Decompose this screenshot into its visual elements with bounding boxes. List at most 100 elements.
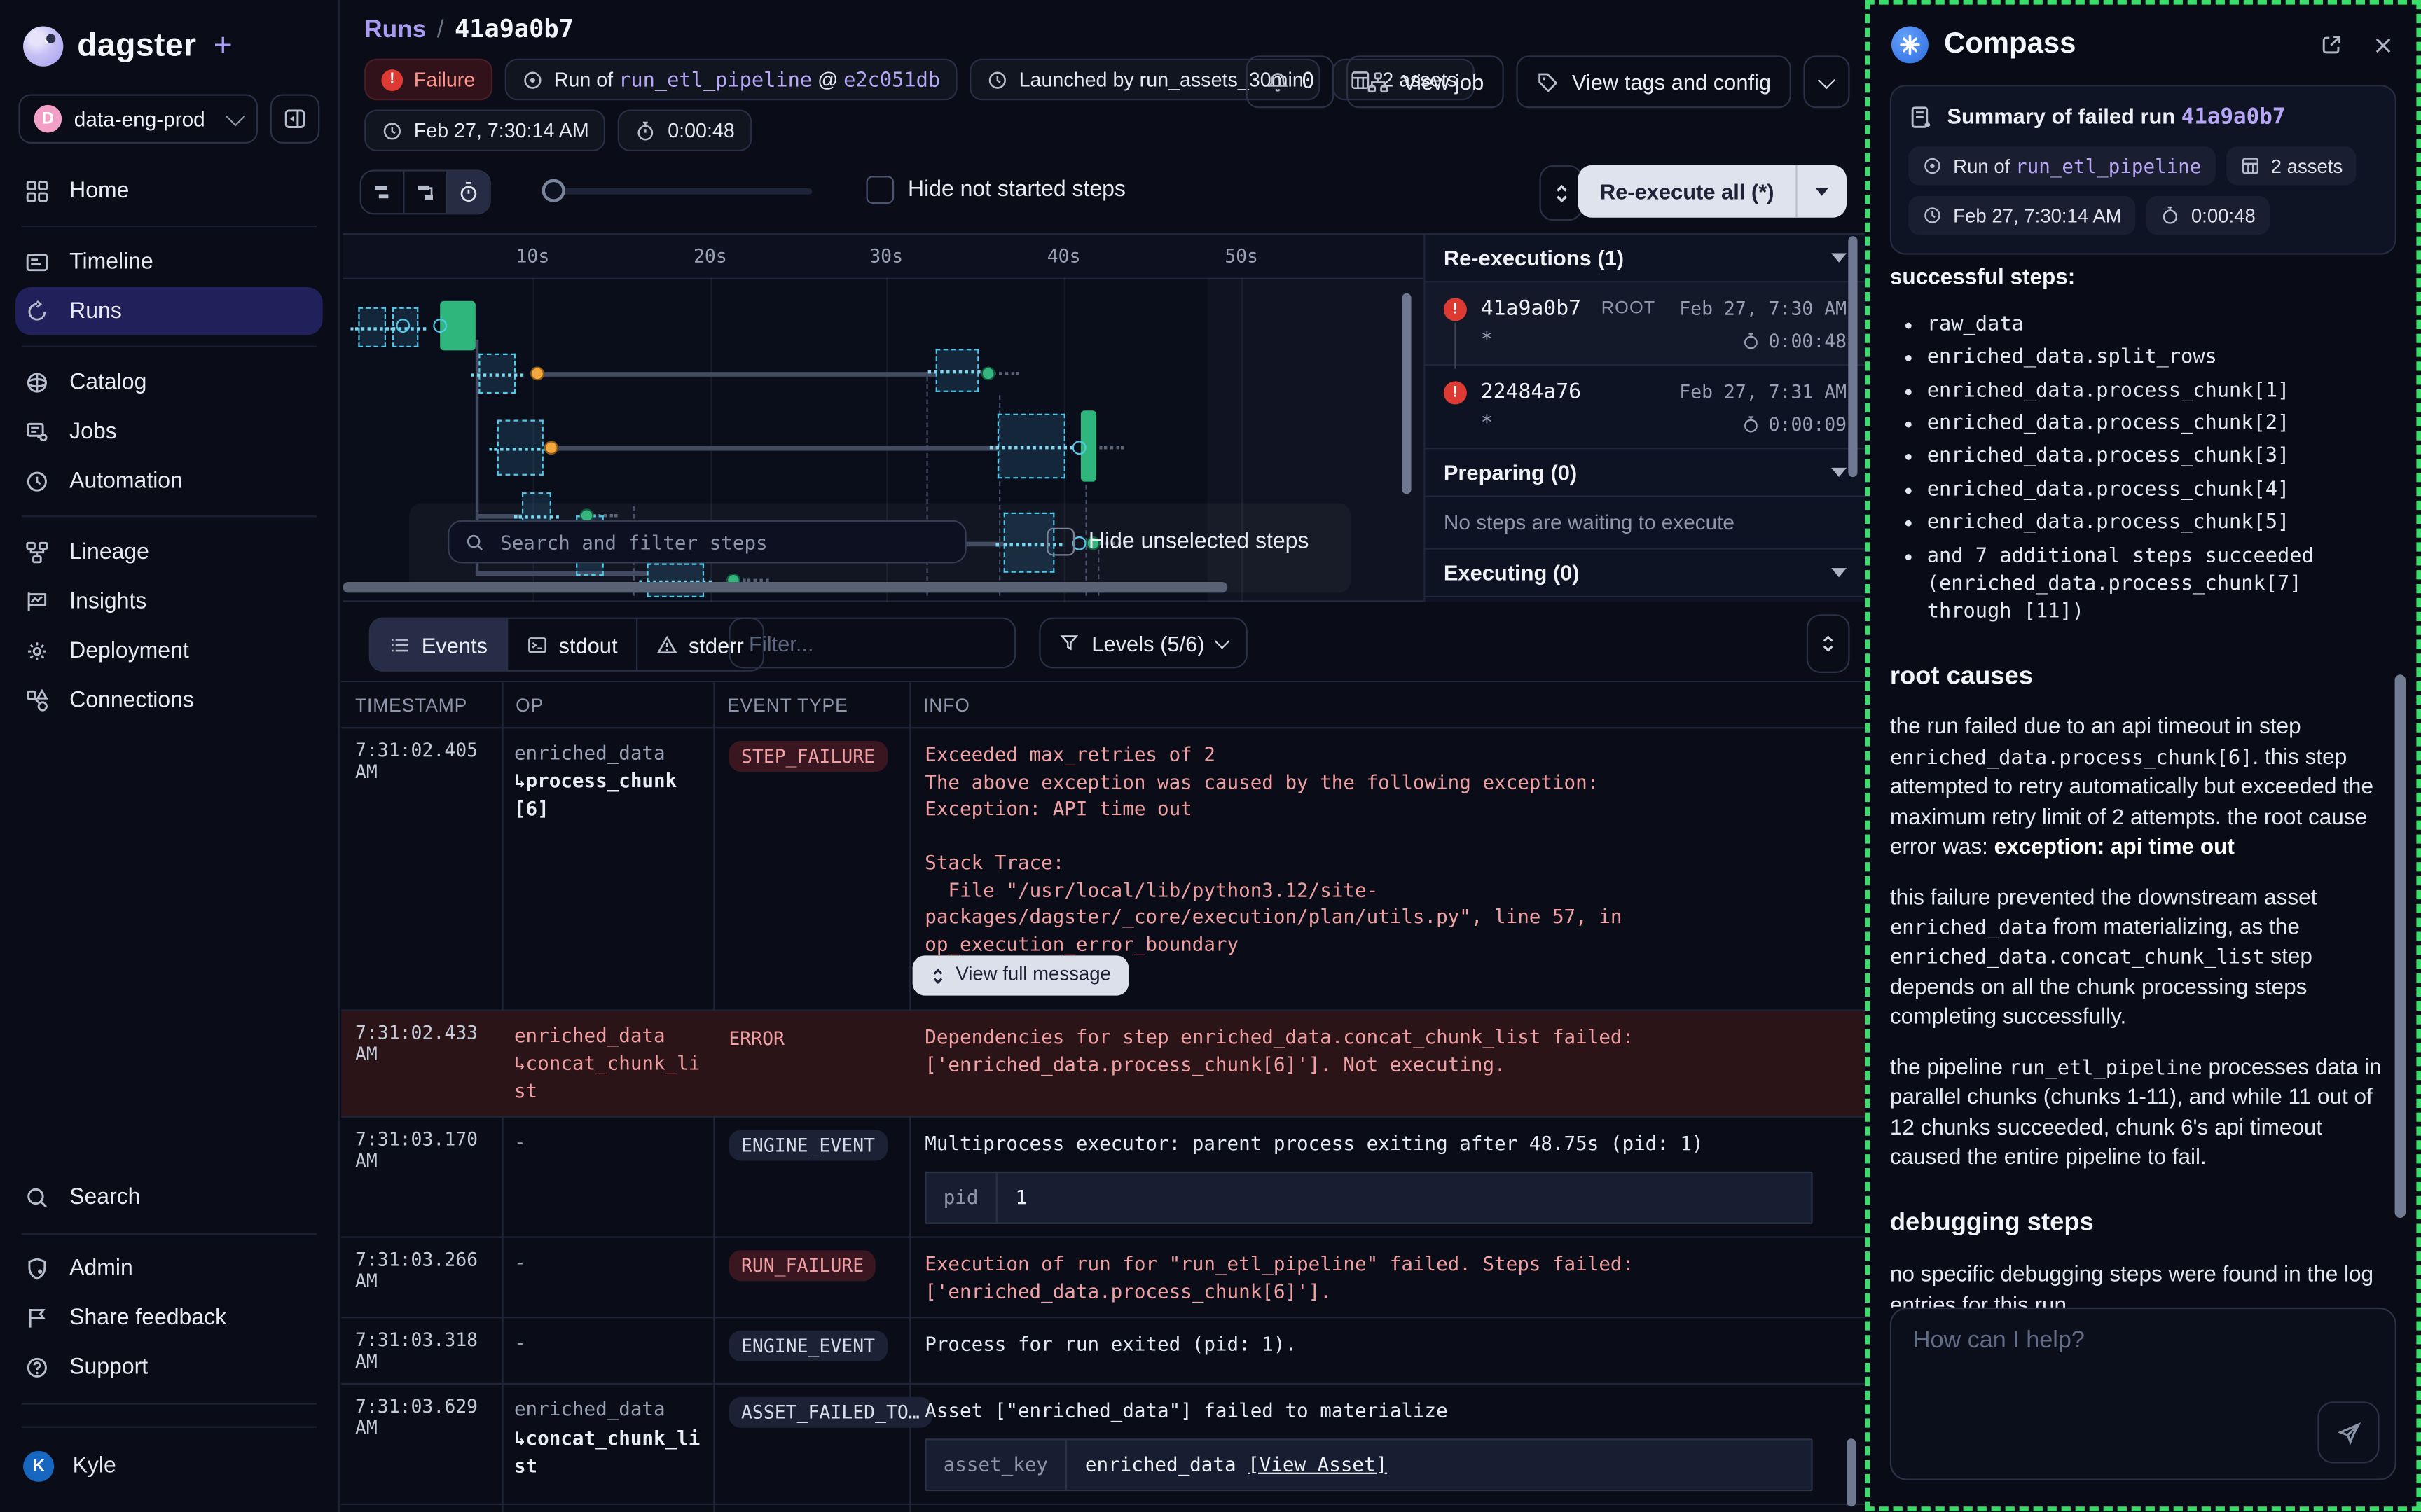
sidebar-item-jobs[interactable]: Jobs xyxy=(15,408,323,455)
gantt-horizontal-scrollbar[interactable] xyxy=(343,582,1227,592)
view-full-message-button[interactable]: View full message xyxy=(913,955,1129,995)
gantt-step-bar[interactable] xyxy=(936,349,979,392)
log-filter-box[interactable] xyxy=(729,618,1016,669)
re-executions-scrollbar[interactable] xyxy=(1848,236,1857,477)
sidebar-item-catalog[interactable]: Catalog xyxy=(15,358,323,405)
gantt-step-bar[interactable] xyxy=(478,354,516,394)
hide-not-started-label: Hide not started steps xyxy=(908,177,1126,202)
sidebar-item-admin[interactable]: Admin xyxy=(15,1245,323,1293)
sidebar-item-deployment[interactable]: Deployment xyxy=(15,627,323,674)
event-row[interactable]: 7:31:04.343 AM-ENGINE_EVENTRetrying the … xyxy=(341,1505,1865,1512)
compass-scrollbar[interactable] xyxy=(2395,674,2406,1218)
gantt-zoom-slider[interactable] xyxy=(542,179,813,202)
view-waterfall-button[interactable] xyxy=(404,172,448,214)
events-scrollbar[interactable] xyxy=(1847,1438,1856,1506)
executing-header[interactable]: Executing (0) xyxy=(1425,550,1865,597)
assets-badge[interactable]: 2 assets xyxy=(2226,146,2357,185)
tab-events[interactable]: Events xyxy=(371,619,508,670)
log-filter-input[interactable] xyxy=(746,629,1032,657)
metadata-value: 1 xyxy=(997,1173,1045,1222)
sidebar-item-share-feedback[interactable]: Share feedback xyxy=(15,1294,323,1342)
gantt-dotted-stub xyxy=(1099,446,1124,449)
pipeline-link[interactable]: run_etl_pipeline xyxy=(619,69,812,92)
metadata-link[interactable]: [View Asset] xyxy=(1248,1452,1387,1476)
sidebar-item-support[interactable]: Support xyxy=(15,1344,323,1392)
gantt-chart: 10s20s30s40s50s Hide unselected steps xyxy=(343,233,1423,602)
compass-chat-box[interactable] xyxy=(1890,1308,2396,1480)
run-id[interactable]: 22484a76 xyxy=(1481,380,1581,404)
slider-handle[interactable] xyxy=(542,179,565,202)
gantt-vertical-scrollbar[interactable] xyxy=(1402,293,1411,494)
re-execution-item[interactable]: !41a9a0b7ROOTFeb 27, 7:30 AM*0:00:48 xyxy=(1425,282,1865,366)
view-timed-button[interactable] xyxy=(448,172,490,214)
close-icon[interactable] xyxy=(2371,33,2394,56)
event-row[interactable]: 7:31:03.266 AM-RUN_FAILUREExecution of r… xyxy=(341,1237,1865,1319)
gantt-step-bar[interactable] xyxy=(998,414,1065,479)
event-row[interactable]: 7:31:02.405 AMenriched_data↳process_chun… xyxy=(341,728,1865,1011)
event-row[interactable]: 7:31:03.318 AM-ENGINE_EVENTProcess for r… xyxy=(341,1319,1865,1385)
re-execution-item[interactable]: !22484a76Feb 27, 7:31 AM*0:00:09 xyxy=(1425,366,1865,449)
view-tags-config-button[interactable]: View tags and config xyxy=(1517,55,1791,108)
chat-input[interactable] xyxy=(1910,1324,2302,1423)
gantt-step-bar[interactable] xyxy=(497,420,544,476)
run-of-badge[interactable]: Run of run_etl_pipeline @ e2c051db xyxy=(504,59,957,101)
user-menu[interactable]: K Kyle xyxy=(15,1441,323,1491)
event-info: Dependencies for step enriched_data.conc… xyxy=(909,1011,1865,1117)
view-job-label: View job xyxy=(1402,69,1484,94)
divider xyxy=(22,515,317,517)
step-search-box[interactable] xyxy=(448,520,967,564)
org-switcher[interactable]: D data-eng-prod xyxy=(18,94,258,144)
run-id[interactable]: 41a9a0b7 xyxy=(1481,296,1581,321)
gantt-expand-button[interactable] xyxy=(1539,165,1582,221)
breadcrumb-runs-link[interactable]: Runs xyxy=(364,17,426,45)
event-timestamp: 7:31:02.433 AM xyxy=(341,1011,502,1117)
sidebar-item-insights[interactable]: Insights xyxy=(15,577,323,625)
search-icon xyxy=(23,1186,51,1210)
commit-link[interactable]: e2c051db xyxy=(843,69,940,92)
run-of-badge[interactable]: Run of run_etl_pipeline xyxy=(1908,146,2215,185)
logo-text: dagster xyxy=(77,28,196,65)
event-metadata-table: asset_keyenriched_data [View Asset] xyxy=(925,1438,1813,1490)
event-row[interactable]: 7:31:02.433 AMenriched_data↳concat_chunk… xyxy=(341,1011,1865,1118)
alerts-button[interactable]: 0 xyxy=(1246,55,1335,108)
event-row[interactable]: 7:31:03.170 AM-ENGINE_EVENTMultiprocess … xyxy=(341,1118,1865,1238)
sidebar-item-search[interactable]: Search xyxy=(15,1174,323,1221)
open-in-new-icon[interactable] xyxy=(2319,32,2344,57)
event-type: ENGINE_EVENT xyxy=(713,1505,909,1512)
view-flat-button[interactable] xyxy=(361,172,405,214)
sidebar-item-connections[interactable]: Connections xyxy=(15,676,323,723)
preparing-header[interactable]: Preparing (0) xyxy=(1425,449,1865,497)
collapse-sidebar-button[interactable] xyxy=(270,94,320,144)
sidebar-item-runs[interactable]: Runs xyxy=(15,287,323,335)
sidebar-item-label: Deployment xyxy=(69,638,189,663)
re-executions-header[interactable]: Re-executions (1) xyxy=(1425,235,1865,282)
step-search-input[interactable] xyxy=(497,529,950,555)
event-row[interactable]: 7:31:03.629 AMenriched_data↳concat_chunk… xyxy=(341,1385,1865,1505)
hide-not-started-checkbox[interactable]: Hide not started steps xyxy=(867,176,1126,204)
more-actions-button[interactable] xyxy=(1803,55,1849,108)
gantt-step-bar[interactable] xyxy=(358,307,386,347)
hide-unselected-label: Hide unselected steps xyxy=(1089,529,1309,554)
levels-label: Levels (5/6) xyxy=(1091,630,1204,655)
send-button[interactable] xyxy=(2317,1401,2379,1463)
terminal-icon xyxy=(526,634,548,656)
events-expand-button[interactable] xyxy=(1807,614,1850,673)
sidebar-item-lineage[interactable]: Lineage xyxy=(15,528,323,576)
lineage-icon xyxy=(23,539,51,564)
list-item: enriched_data.process_chunk[3] xyxy=(1927,444,2387,472)
sidebar-item-home[interactable]: Home xyxy=(15,167,323,214)
chevron-down-icon xyxy=(1818,71,1835,88)
event-type-badge: ERROR xyxy=(729,1023,796,1054)
view-job-button[interactable]: View job xyxy=(1347,55,1504,108)
pipeline-link[interactable]: run_etl_pipeline xyxy=(2015,154,2201,177)
event-type: STEP_FAILURE xyxy=(713,728,909,1009)
re-execute-all-button[interactable]: Re-execute all (*) xyxy=(1578,165,1847,218)
summary-run-id[interactable]: 41a9a0b7 xyxy=(2181,105,2286,130)
gantt-body[interactable]: Hide unselected steps xyxy=(343,278,1423,602)
hide-unselected-checkbox[interactable]: Hide unselected steps xyxy=(1047,528,1309,556)
sidebar-item-automation[interactable]: Automation xyxy=(15,457,323,504)
tab-stdout[interactable]: stdout xyxy=(508,619,637,670)
sidebar-item-timeline[interactable]: Timeline xyxy=(15,237,323,285)
org-avatar: D xyxy=(34,105,62,133)
levels-dropdown[interactable]: Levels (5/6) xyxy=(1039,618,1248,669)
